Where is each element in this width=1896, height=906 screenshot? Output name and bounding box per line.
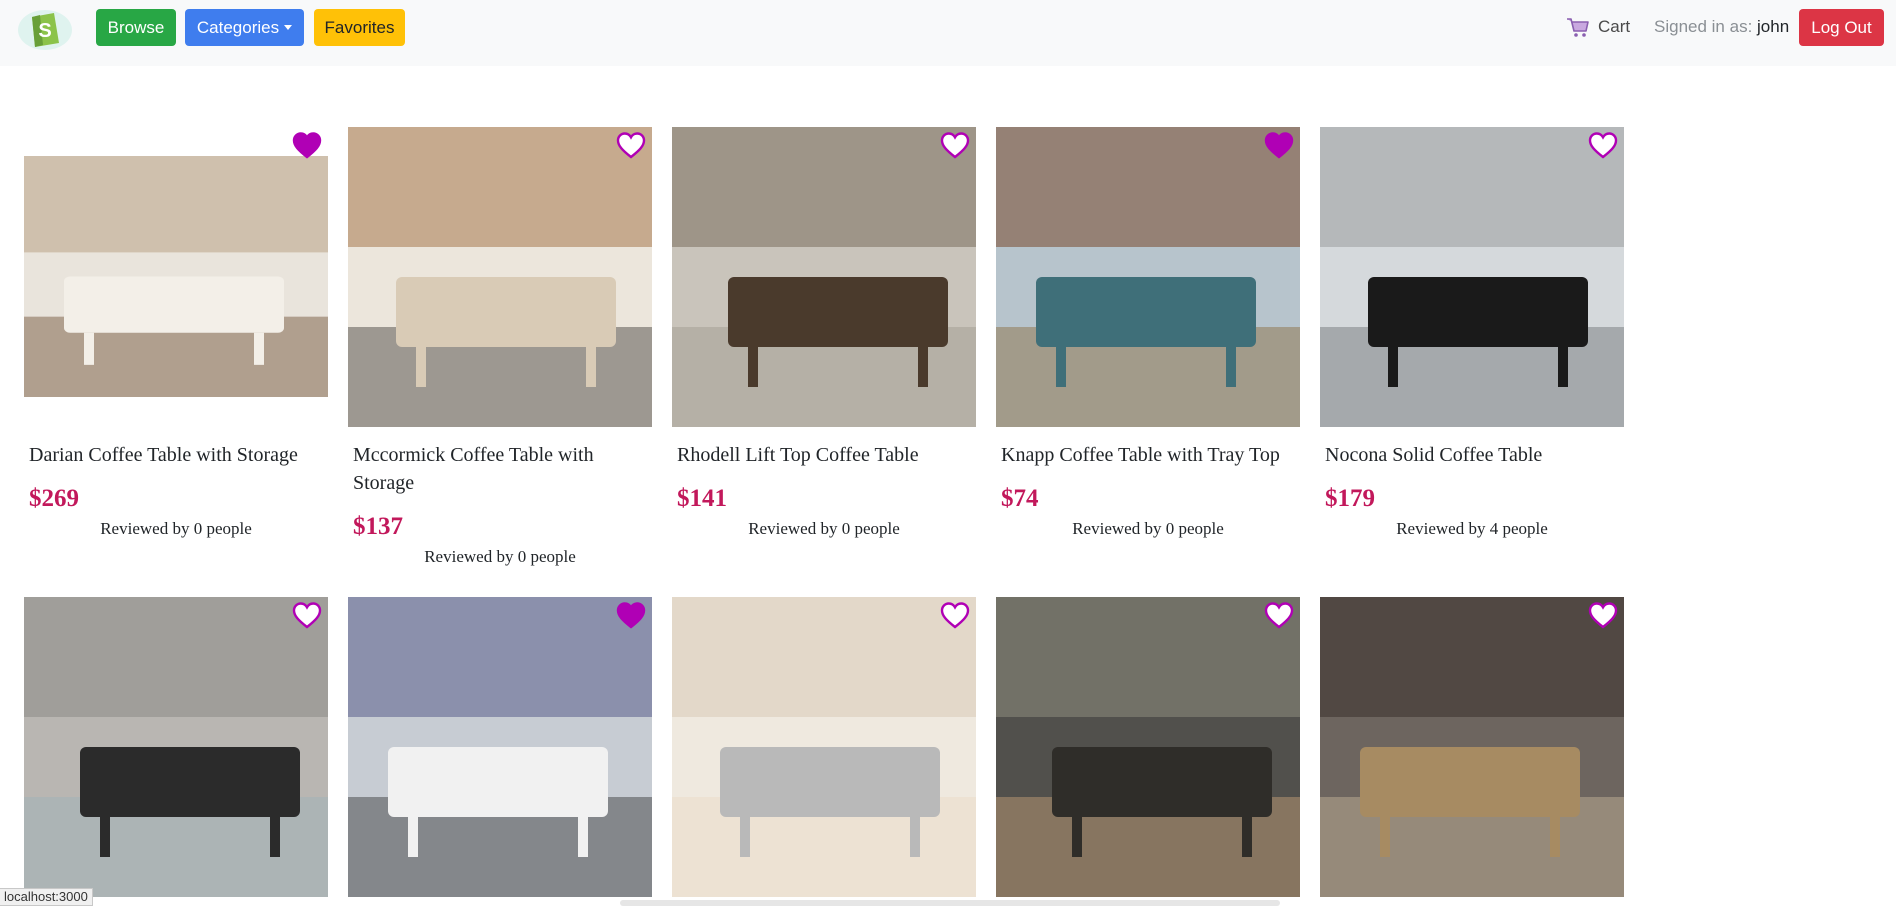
product-image[interactable]: [348, 597, 652, 897]
product-image[interactable]: [24, 156, 328, 397]
favorite-heart-outline-icon[interactable]: [292, 601, 322, 629]
username: john: [1757, 17, 1790, 36]
favorite-heart-outline-icon[interactable]: [940, 131, 970, 159]
favorite-heart-outline-icon[interactable]: [1264, 601, 1294, 629]
product-title[interactable]: Knapp Coffee Table with Tray Top: [1001, 441, 1291, 469]
product-price: $179: [1325, 485, 1375, 512]
shopping-cart-icon: [1567, 18, 1589, 37]
product-card[interactable]: Mccormick Coffee Table with Storage $137 R…: [348, 127, 652, 577]
favorite-heart-filled-icon[interactable]: [1264, 131, 1294, 159]
product-review-count: Reviewed by 0 people: [1072, 519, 1224, 538]
product-title[interactable]: Nocona Solid Coffee Table: [1325, 441, 1615, 469]
favorites-button[interactable]: Favorites: [314, 9, 405, 46]
product-image[interactable]: [672, 597, 976, 897]
favorite-heart-filled-icon[interactable]: [616, 601, 646, 629]
product-title[interactable]: Rhodell Lift Top Coffee Table: [677, 441, 967, 469]
product-title[interactable]: Darian Coffee Table with Storage: [29, 441, 319, 469]
product-review-count: Reviewed by 4 people: [1396, 519, 1548, 538]
product-title[interactable]: Mccormick Coffee Table with Storage: [353, 441, 643, 497]
cart-label: Cart: [1598, 17, 1631, 36]
favorite-heart-filled-icon[interactable]: [292, 131, 322, 159]
product-review-count: Reviewed by 0 people: [748, 519, 900, 538]
favorite-heart-outline-icon[interactable]: [940, 601, 970, 629]
product-card[interactable]: [24, 597, 328, 897]
favorite-heart-outline-icon[interactable]: [616, 131, 646, 159]
favorite-heart-outline-icon[interactable]: [1588, 131, 1618, 159]
signed-in-text: Signed in as: john: [1654, 17, 1789, 37]
shop-logo-icon[interactable]: S: [16, 3, 74, 51]
product-image[interactable]: [1320, 597, 1624, 897]
navbar: S Browse Categories Favorites Cart Signe…: [0, 0, 1896, 66]
product-card[interactable]: Rhodell Lift Top Coffee Table $141 Reviewe…: [672, 127, 976, 577]
product-review-count: Reviewed by 0 people: [100, 519, 252, 538]
cart-link[interactable]: Cart: [1566, 14, 1630, 40]
product-card[interactable]: [672, 597, 976, 897]
product-image[interactable]: [348, 127, 652, 427]
product-card[interactable]: Darian Coffee Table with Storage $269 Revi…: [24, 127, 328, 577]
product-card[interactable]: [996, 597, 1300, 897]
categories-dropdown[interactable]: Categories: [185, 9, 304, 46]
categories-label: Categories: [196, 18, 280, 37]
status-bar-url: localhost:3000: [0, 888, 93, 906]
product-image[interactable]: [996, 597, 1300, 897]
logout-button[interactable]: Log Out: [1799, 9, 1884, 46]
product-image[interactable]: [996, 127, 1300, 427]
product-image[interactable]: [1320, 127, 1624, 427]
product-price: $141: [677, 485, 727, 512]
signed-in-prefix: Signed in as:: [1654, 17, 1753, 36]
svg-text:S: S: [38, 20, 51, 42]
favorite-heart-outline-icon[interactable]: [1588, 601, 1618, 629]
product-price: $137: [353, 513, 403, 540]
horizontal-scrollbar[interactable]: [620, 900, 1280, 906]
browse-button[interactable]: Browse: [96, 9, 176, 46]
caret-down-icon: [284, 25, 293, 30]
product-price: $269: [29, 485, 79, 512]
product-image[interactable]: [24, 597, 328, 897]
product-card[interactable]: [1320, 597, 1624, 897]
product-price: $74: [1001, 485, 1039, 512]
product-card[interactable]: Knapp Coffee Table with Tray Top $74 Revie…: [996, 127, 1300, 577]
product-card[interactable]: [348, 597, 652, 897]
product-card[interactable]: Nocona Solid Coffee Table $179 Reviewed by…: [1320, 127, 1624, 577]
product-review-count: Reviewed by 0 people: [424, 547, 576, 566]
product-image[interactable]: [672, 127, 976, 427]
